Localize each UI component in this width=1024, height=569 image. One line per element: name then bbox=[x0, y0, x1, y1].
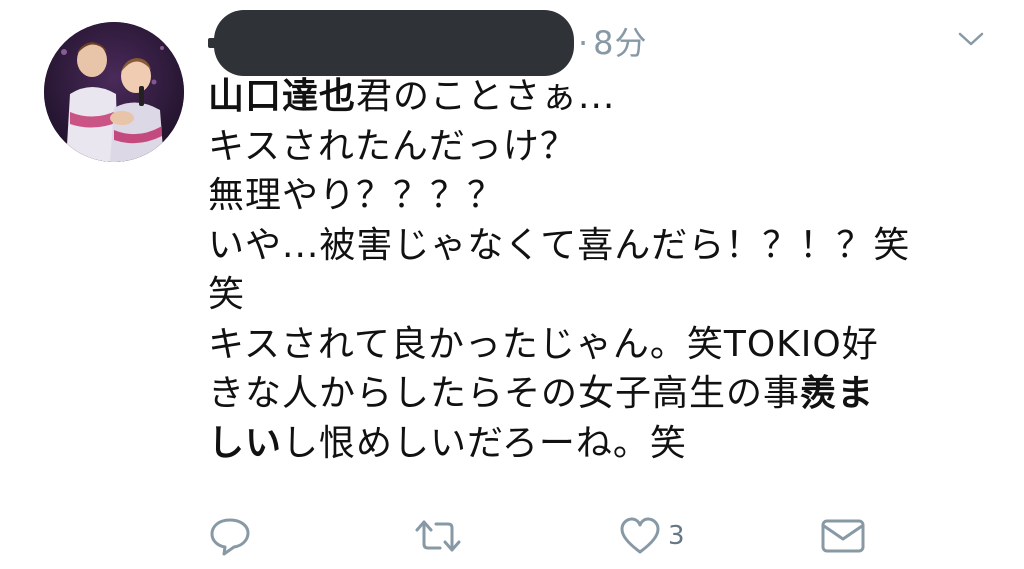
bold-text: しい bbox=[208, 422, 283, 464]
tweet: · 8分 山口達也君のことさぁ... キスされたんだっけ？ 無理やり？？？？ いや… bbox=[0, 0, 1024, 569]
text-line: 笑 bbox=[208, 274, 246, 315]
bold-text: 山口達也 bbox=[208, 76, 357, 117]
separator-dot: · bbox=[578, 24, 590, 62]
tweet-actions: 3 bbox=[208, 512, 888, 562]
direct-message-button[interactable] bbox=[820, 512, 866, 560]
text-span: きな人からしたらその女子高生の事 bbox=[208, 373, 801, 414]
text-line: 無理やり？？？？ bbox=[208, 175, 505, 216]
text-span: し恨めしいだろーね。笑 bbox=[282, 422, 687, 464]
timestamp[interactable]: · 8分 bbox=[578, 18, 648, 64]
reply-icon bbox=[210, 518, 250, 556]
bold-text: 羨ま bbox=[800, 373, 875, 414]
text-line: きな人からしたらその女子高生の事羨ま bbox=[208, 369, 988, 419]
like-button[interactable]: 3 bbox=[618, 512, 685, 560]
text-line: しいし恨めしいだろーね。笑 bbox=[208, 419, 988, 469]
tweet-header: · 8分 bbox=[208, 10, 1008, 76]
retweet-icon bbox=[415, 520, 461, 552]
heart-icon bbox=[620, 517, 660, 554]
tweet-text: 山口達也君のことさぁ... キスされたんだっけ？ 無理やり？？？？ いや...被… bbox=[208, 72, 988, 468]
chevron-down-icon[interactable] bbox=[956, 24, 986, 54]
avatar[interactable] bbox=[44, 22, 184, 162]
reply-button[interactable] bbox=[208, 512, 252, 560]
timestamp-text: 8分 bbox=[593, 24, 648, 62]
redacted-username bbox=[214, 10, 574, 76]
text-line: 山口達也君のことさぁ... bbox=[208, 72, 988, 122]
text-line: キスされたんだっけ？ bbox=[208, 125, 577, 167]
retweet-button[interactable] bbox=[414, 512, 462, 560]
like-count: 3 bbox=[668, 521, 685, 551]
envelope-icon bbox=[821, 519, 865, 553]
text-line: キスされて良かったじゃん。笑TOKIO好 bbox=[208, 323, 879, 365]
text-line: いや...被害じゃなくて喜んだら！？！？笑 bbox=[208, 224, 911, 266]
text-span: 君のことさぁ... bbox=[356, 76, 616, 117]
